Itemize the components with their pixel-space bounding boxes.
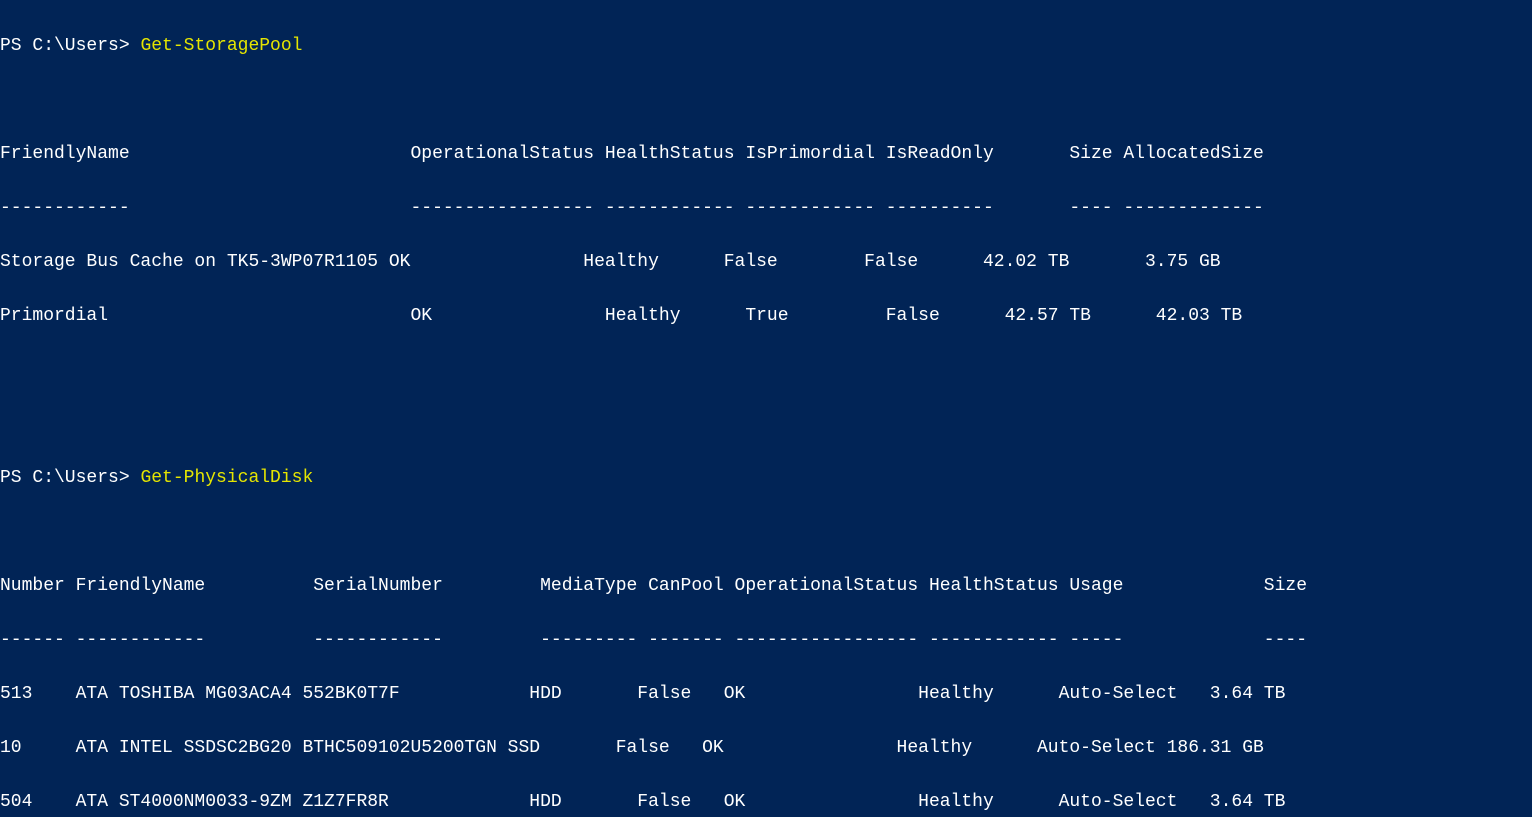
storagepool-separator: ------------ ----------------- ---------… [0, 195, 1532, 222]
prompt-line-2: PS C:\Users> Get-PhysicalDisk [0, 465, 1532, 492]
ps-prompt: PS C:\Users> [0, 36, 140, 56]
table-row: Primordial OK Healthy True False 42.57 T… [0, 303, 1532, 330]
powershell-terminal[interactable]: PS C:\Users> Get-StoragePool FriendlyNam… [0, 0, 1532, 817]
table-row: Storage Bus Cache on TK5-3WP07R1105 OK H… [0, 249, 1532, 276]
storagepool-header: FriendlyName OperationalStatus HealthSta… [0, 141, 1532, 168]
ps-prompt: PS C:\Users> [0, 468, 140, 488]
command-2: Get-PhysicalDisk [140, 468, 313, 488]
blank-line [0, 411, 1532, 438]
physicaldisk-header: Number FriendlyName SerialNumber MediaTy… [0, 573, 1532, 600]
blank-line [0, 357, 1532, 384]
table-row: 513 ATA TOSHIBA MG03ACA4 552BK0T7F HDD F… [0, 681, 1532, 708]
table-row: 504 ATA ST4000NM0033-9ZM Z1Z7FR8R HDD Fa… [0, 789, 1532, 816]
blank-line [0, 519, 1532, 546]
blank-line [0, 87, 1532, 114]
physicaldisk-separator: ------ ------------ ------------ -------… [0, 627, 1532, 654]
prompt-line-1: PS C:\Users> Get-StoragePool [0, 33, 1532, 60]
command-1: Get-StoragePool [140, 36, 302, 56]
table-row: 10 ATA INTEL SSDSC2BG20 BTHC509102U5200T… [0, 735, 1532, 762]
